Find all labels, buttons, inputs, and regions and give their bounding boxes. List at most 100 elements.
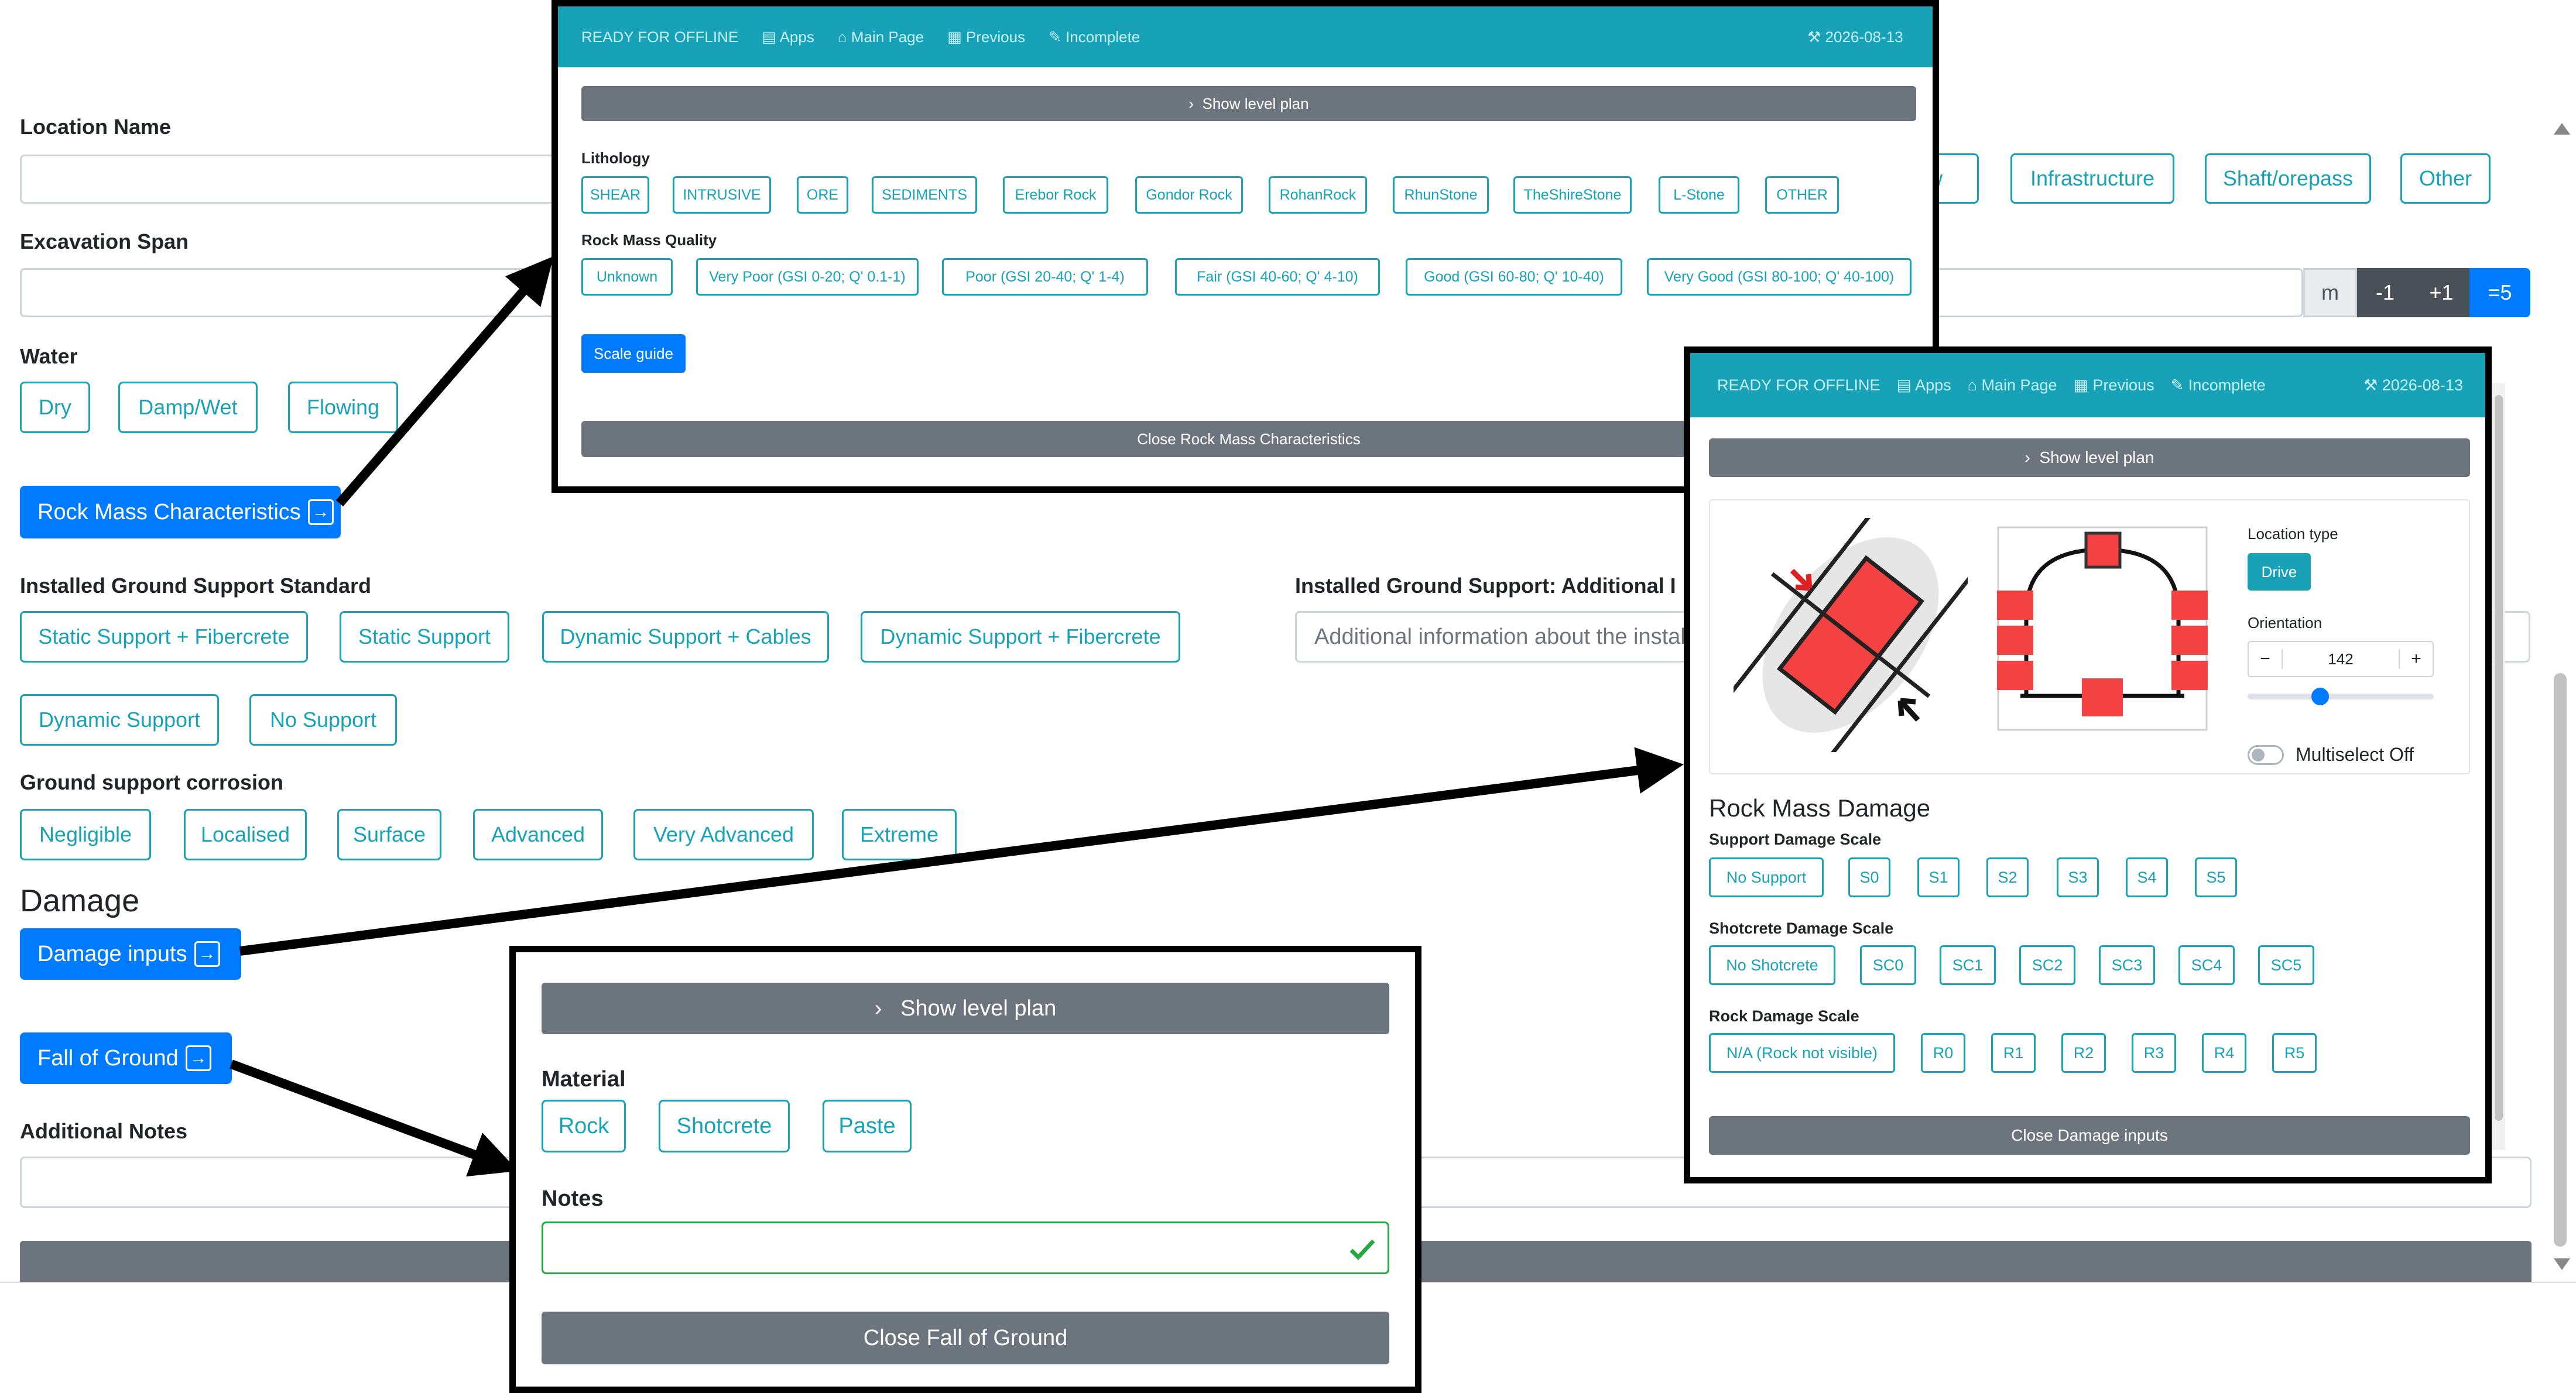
lith-other[interactable]: OTHER bbox=[1765, 176, 1839, 214]
apps-link[interactable]: ▤ Apps bbox=[762, 28, 814, 46]
lith-intrusive[interactable]: INTRUSIVE bbox=[673, 176, 771, 214]
orientation-slider[interactable] bbox=[2248, 688, 2434, 705]
corrosion-extreme[interactable]: Extreme bbox=[842, 809, 957, 860]
fall-of-ground-button[interactable]: Fall of Ground → bbox=[20, 1032, 232, 1084]
span-equals-button[interactable]: =5 bbox=[2469, 268, 2530, 317]
rock-r0[interactable]: R0 bbox=[1921, 1033, 1965, 1073]
support-s5[interactable]: S5 bbox=[2195, 857, 2237, 897]
span-plus-button[interactable]: +1 bbox=[2413, 268, 2469, 317]
damage-inputs-button[interactable]: Damage inputs → bbox=[20, 928, 241, 980]
orientation-diagram[interactable] bbox=[1734, 518, 1968, 752]
lith-erebor[interactable]: Erebor Rock bbox=[1003, 176, 1108, 214]
damage-scroll-thumb[interactable] bbox=[2495, 395, 2503, 1121]
rock-show-plan-button[interactable]: › Show level plan bbox=[581, 86, 1916, 121]
location-type-shaft[interactable]: Shaft/orepass bbox=[2205, 153, 2371, 204]
scale-guide-button[interactable]: Scale guide bbox=[581, 334, 686, 373]
rock-r2[interactable]: R2 bbox=[2061, 1033, 2106, 1073]
gs-static-fibercrete[interactable]: Static Support + Fibercrete bbox=[20, 611, 308, 663]
support-s3[interactable]: S3 bbox=[2057, 857, 2099, 897]
lith-sediments[interactable]: SEDIMENTS bbox=[872, 176, 977, 214]
close-damage-button[interactable]: Close Damage inputs bbox=[1709, 1116, 2470, 1155]
main-page-link[interactable]: ⌂ Main Page bbox=[838, 28, 924, 46]
material-shotcrete[interactable]: Shotcrete bbox=[659, 1100, 790, 1152]
water-dry[interactable]: Dry bbox=[20, 382, 90, 433]
support-s1[interactable]: S1 bbox=[1917, 857, 1960, 897]
previous-link[interactable]: ▦ Previous bbox=[2074, 376, 2154, 394]
water-damp[interactable]: Damp/Wet bbox=[118, 382, 258, 433]
gs-dynamic-cables[interactable]: Dynamic Support + Cables bbox=[542, 611, 829, 663]
incomplete-link[interactable]: ✎ Incomplete bbox=[2171, 376, 2266, 394]
lith-shire[interactable]: TheShireStone bbox=[1513, 176, 1632, 214]
corrosion-surface[interactable]: Surface bbox=[337, 809, 441, 860]
span-minus-button[interactable]: -1 bbox=[2357, 268, 2413, 317]
location-name-input[interactable] bbox=[20, 155, 605, 204]
fog-show-plan-button[interactable]: › Show level plan bbox=[542, 983, 1389, 1034]
rock-mass-button[interactable]: Rock Mass Characteristics → bbox=[20, 486, 341, 538]
minus-icon[interactable]: − bbox=[2249, 649, 2283, 669]
gs-none[interactable]: No Support bbox=[249, 694, 397, 746]
rock-r1[interactable]: R1 bbox=[1991, 1033, 2036, 1073]
support-s0[interactable]: S0 bbox=[1848, 857, 1890, 897]
lith-ore[interactable]: ORE bbox=[797, 176, 848, 214]
support-none[interactable]: No Support bbox=[1709, 857, 1824, 897]
close-fog-button[interactable]: Close Fall of Ground bbox=[542, 1312, 1389, 1364]
quality-fair[interactable]: Fair (GSI 40-60; Q' 4-10) bbox=[1175, 258, 1380, 296]
shotcrete-sc5[interactable]: SC5 bbox=[2258, 945, 2314, 985]
incomplete-link[interactable]: ✎ Incomplete bbox=[1049, 28, 1140, 46]
support-s2[interactable]: S2 bbox=[1986, 857, 2029, 897]
rock-r5[interactable]: R5 bbox=[2272, 1033, 2317, 1073]
gs-static[interactable]: Static Support bbox=[340, 611, 509, 663]
orientation-value[interactable]: 142 bbox=[2283, 650, 2399, 668]
lith-shear[interactable]: SHEAR bbox=[581, 176, 649, 214]
lith-rohan[interactable]: RohanRock bbox=[1269, 176, 1367, 214]
scroll-thumb[interactable] bbox=[2554, 673, 2567, 1247]
main-page-link[interactable]: ⌂ Main Page bbox=[1968, 376, 2057, 394]
drive-button[interactable]: Drive bbox=[2248, 553, 2311, 591]
shotcrete-sc1[interactable]: SC1 bbox=[1940, 945, 1996, 985]
multiselect-label: Multiselect Off bbox=[2296, 744, 2414, 765]
material-paste[interactable]: Paste bbox=[823, 1100, 912, 1152]
arrow-right-icon: → bbox=[194, 941, 220, 967]
scroll-down-icon[interactable] bbox=[2554, 1258, 2570, 1270]
previous-link[interactable]: ▦ Previous bbox=[947, 28, 1025, 46]
lith-lstone[interactable]: L-Stone bbox=[1659, 176, 1739, 214]
rock-r3[interactable]: R3 bbox=[2132, 1033, 2176, 1073]
shotcrete-none[interactable]: No Shotcrete bbox=[1709, 945, 1835, 985]
multiselect-toggle[interactable] bbox=[2248, 745, 2284, 765]
corrosion-very-advanced[interactable]: Very Advanced bbox=[633, 809, 814, 860]
lith-gondor[interactable]: Gondor Rock bbox=[1135, 176, 1243, 214]
shotcrete-sc2[interactable]: SC2 bbox=[2019, 945, 2075, 985]
apps-link[interactable]: ▤ Apps bbox=[1897, 376, 1951, 394]
notes-input[interactable] bbox=[542, 1222, 1389, 1274]
damage-scroll-track[interactable] bbox=[2492, 383, 2505, 1150]
quality-unknown[interactable]: Unknown bbox=[581, 258, 673, 296]
slider-knob[interactable] bbox=[2311, 688, 2330, 705]
quality-good[interactable]: Good (GSI 60-80; Q' 10-40) bbox=[1406, 258, 1622, 296]
orientation-stepper[interactable]: − 142 + bbox=[2248, 641, 2434, 677]
quality-very-good[interactable]: Very Good (GSI 80-100; Q' 40-100) bbox=[1647, 258, 1912, 296]
corrosion-localised[interactable]: Localised bbox=[184, 809, 307, 860]
shotcrete-sc0[interactable]: SC0 bbox=[1860, 945, 1916, 985]
quality-very-poor[interactable]: Very Poor (GSI 0-20; Q' 0.1-1) bbox=[696, 258, 919, 296]
location-type-other[interactable]: Other bbox=[2400, 153, 2491, 204]
quality-poor[interactable]: Poor (GSI 20-40; Q' 1-4) bbox=[942, 258, 1148, 296]
lith-rhun[interactable]: RhunStone bbox=[1393, 176, 1489, 214]
scroll-up-icon[interactable] bbox=[2554, 123, 2570, 135]
corrosion-negligible[interactable]: Negligible bbox=[20, 809, 151, 860]
plus-icon[interactable]: + bbox=[2399, 649, 2433, 669]
damage-show-plan-button[interactable]: › Show level plan bbox=[1709, 438, 2470, 477]
rock-r4[interactable]: R4 bbox=[2202, 1033, 2246, 1073]
rock-na[interactable]: N/A (Rock not visible) bbox=[1709, 1033, 1895, 1073]
shotcrete-sc3[interactable]: SC3 bbox=[2099, 945, 2155, 985]
support-damage-label: Support Damage Scale bbox=[1709, 831, 1882, 848]
corrosion-advanced[interactable]: Advanced bbox=[473, 809, 603, 860]
shotcrete-sc4[interactable]: SC4 bbox=[2178, 945, 2235, 985]
arrow-to-fog-panel bbox=[229, 1059, 518, 1177]
gs-dynamic[interactable]: Dynamic Support bbox=[20, 694, 219, 746]
gs-dynamic-fibercrete[interactable]: Dynamic Support + Fibercrete bbox=[861, 611, 1180, 663]
location-type-infrastructure[interactable]: Infrastructure bbox=[2010, 153, 2174, 204]
page-scrollbar[interactable] bbox=[2546, 117, 2576, 1276]
support-s4[interactable]: S4 bbox=[2126, 857, 2168, 897]
water-flowing[interactable]: Flowing bbox=[288, 382, 398, 433]
material-rock[interactable]: Rock bbox=[542, 1100, 626, 1152]
